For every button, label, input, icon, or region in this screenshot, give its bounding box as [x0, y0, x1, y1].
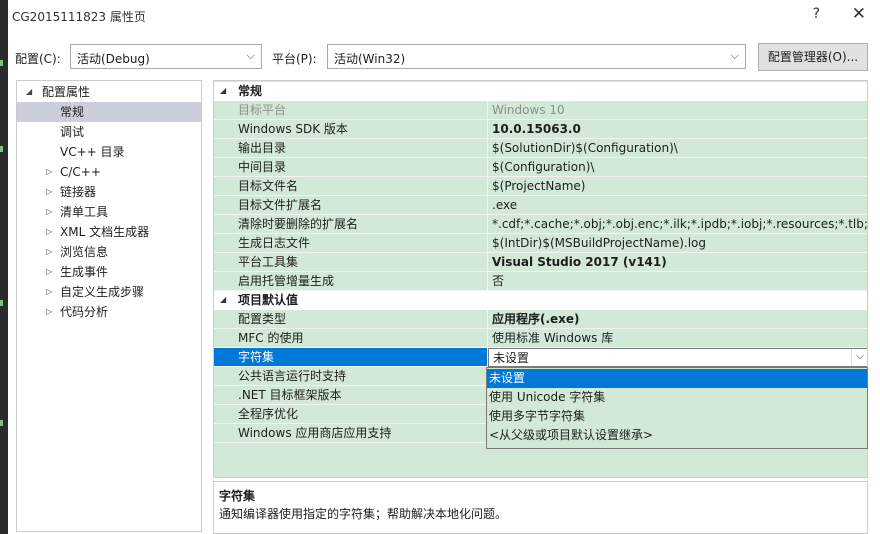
tree-item-debugging[interactable]: 调试 — [17, 122, 201, 142]
expanded-arrow-icon: ◢ — [220, 295, 227, 304]
tree-item-build-events[interactable]: ▷ 生成事件 — [17, 262, 201, 282]
property-row[interactable]: MFC 的使用 使用标准 Windows 库 — [214, 329, 867, 348]
description-panel: 字符集 通知编译器使用指定的字符集；帮助解决本地化问题。 — [213, 481, 868, 534]
dropdown-option[interactable]: <从父级或项目默认设置继承> — [487, 426, 867, 445]
category-general[interactable]: ◢ 常规 — [214, 82, 867, 101]
collapsed-arrow-icon: ▷ — [46, 167, 53, 176]
platform-label: 平台(P): — [272, 52, 317, 66]
tree-item-linker[interactable]: ▷ 链接器 — [17, 182, 201, 202]
tree-item-code-analysis[interactable]: ▷ 代码分析 — [17, 302, 201, 322]
close-button[interactable]: ✕ — [852, 4, 866, 24]
collapsed-arrow-icon: ▷ — [46, 247, 53, 256]
tree-item-xml-doc-generator[interactable]: ▷ XML 文档生成器 — [17, 222, 201, 242]
property-tree: ◢ 配置属性 常规 调试 VC++ 目录 ▷ C/C++ ▷ 链接器 ▷ 清单工… — [16, 80, 202, 532]
tree-item-general[interactable]: 常规 — [17, 102, 201, 122]
config-combo[interactable]: 活动(Debug) ⌵ — [70, 44, 262, 69]
character-set-dropdown-list: 未设置 使用 Unicode 字符集 使用多字节字符集 <从父级或项目默认设置继… — [486, 367, 868, 449]
platform-combo[interactable]: 活动(Win32) ⌵ — [327, 44, 746, 69]
tree-item-manifest-tool[interactable]: ▷ 清单工具 — [17, 202, 201, 222]
tree-root-config-properties[interactable]: ◢ 配置属性 — [17, 82, 201, 102]
dropdown-option[interactable]: 未设置 — [487, 369, 867, 388]
property-row[interactable]: Windows SDK 版本 10.0.15063.0 — [214, 120, 867, 139]
property-row[interactable]: 目标文件扩展名 .exe — [214, 196, 867, 215]
tree-item-browse-info[interactable]: ▷ 浏览信息 — [17, 242, 201, 262]
property-row[interactable]: 输出目录 $(SolutionDir)$(Configuration)\ — [214, 139, 867, 158]
property-row[interactable]: 中间目录 $(Configuration)\ — [214, 158, 867, 177]
collapsed-arrow-icon: ▷ — [46, 227, 53, 236]
category-project-defaults[interactable]: ◢ 项目默认值 — [214, 291, 867, 310]
property-row[interactable]: 配置类型 应用程序(.exe) — [214, 310, 867, 329]
configuration-manager-button[interactable]: 配置管理器(O)... — [758, 43, 868, 71]
collapsed-arrow-icon: ▷ — [46, 187, 53, 196]
tree-item-vc-directories[interactable]: VC++ 目录 — [17, 142, 201, 162]
property-row-character-set[interactable]: 字符集 未设置 ⌵ — [214, 348, 867, 367]
chevron-down-icon: ⌵ — [730, 49, 739, 62]
expanded-arrow-icon: ◢ — [26, 87, 33, 96]
property-row[interactable]: 启用托管增量生成 否 — [214, 272, 867, 291]
help-button[interactable]: ? — [813, 6, 820, 22]
character-set-combo[interactable]: 未设置 ⌵ — [488, 348, 867, 367]
collapsed-arrow-icon: ▷ — [46, 207, 53, 216]
expanded-arrow-icon: ◢ — [220, 86, 227, 95]
dropdown-option[interactable]: 使用多字节字符集 — [487, 407, 867, 426]
configuration-bar: 配置(C): 活动(Debug) ⌵ 平台(P): 活动(Win32) ⌵ 配置… — [8, 32, 880, 76]
collapsed-arrow-icon: ▷ — [46, 307, 53, 316]
property-row[interactable]: 清除时要删除的扩展名 *.cdf;*.cache;*.obj;*.obj.enc… — [214, 215, 867, 234]
title-bar: CG2015111823 属性页 ? ✕ — [8, 0, 880, 32]
collapsed-arrow-icon: ▷ — [46, 287, 53, 296]
collapsed-arrow-icon: ▷ — [46, 267, 53, 276]
chevron-down-icon: ⌵ — [246, 49, 255, 62]
background-window-edge — [0, 0, 8, 534]
tree-item-c-cpp[interactable]: ▷ C/C++ — [17, 162, 201, 182]
property-row[interactable]: 目标平台 Windows 10 — [214, 101, 867, 120]
window-title: CG2015111823 属性页 — [12, 10, 146, 24]
property-row[interactable]: 生成日志文件 $(IntDir)$(MSBuildProjectName).lo… — [214, 234, 867, 253]
tree-item-custom-build-step[interactable]: ▷ 自定义生成步骤 — [17, 282, 201, 302]
description-title: 字符集 — [219, 489, 256, 503]
description-text: 通知编译器使用指定的字符集；帮助解决本地化问题。 — [219, 507, 508, 521]
property-row[interactable]: 平台工具集 Visual Studio 2017 (v141) — [214, 253, 867, 272]
dropdown-option[interactable]: 使用 Unicode 字符集 — [487, 388, 867, 407]
config-label: 配置(C): — [15, 52, 61, 66]
property-row[interactable]: 目标文件名 $(ProjectName) — [214, 177, 867, 196]
chevron-down-icon[interactable]: ⌵ — [851, 349, 867, 366]
